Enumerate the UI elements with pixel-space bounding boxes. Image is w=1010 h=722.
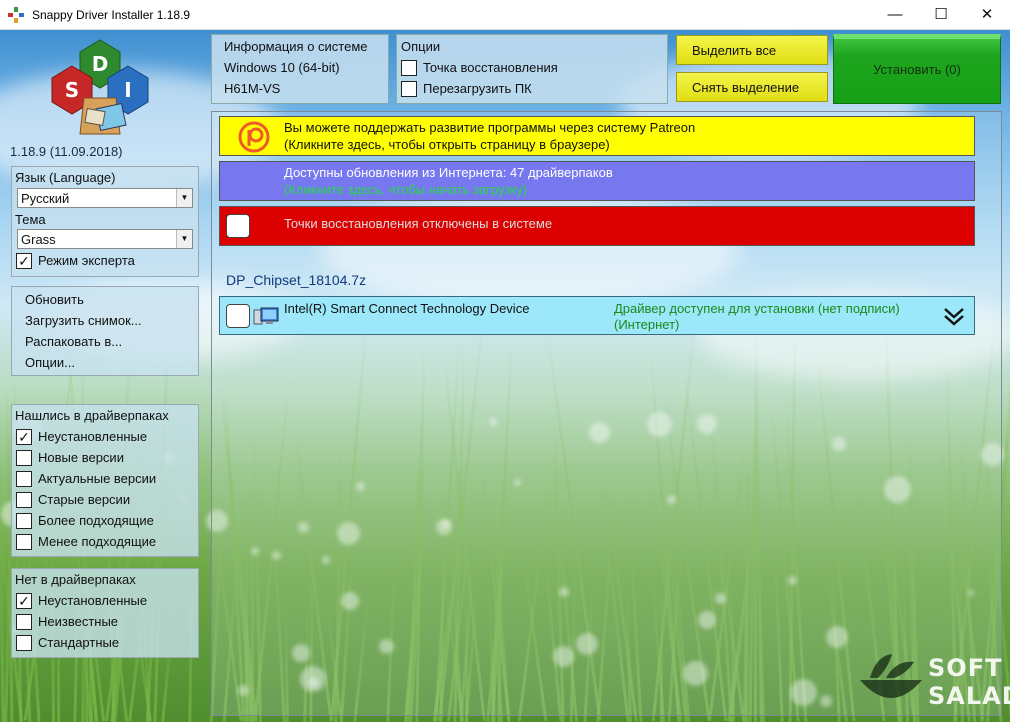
language-select[interactable]: Русский ▼ <box>17 188 193 208</box>
filter-label: Менее подходящие <box>38 534 157 549</box>
device-name: Intel(R) Smart Connect Technology Device <box>284 301 530 316</box>
sysinfo-title: Информация о системе <box>224 39 368 54</box>
system-info-panel[interactable]: Информация о системе Windows 10 (64-bit)… <box>211 34 389 104</box>
device-row[interactable]: Intel(R) Smart Connect Technology Device… <box>219 296 975 335</box>
reboot-label: Перезагрузить ПК <box>423 81 532 96</box>
updates-banner[interactable]: Доступны обновления из Интернета: 47 дра… <box>219 161 975 201</box>
theme-label: Тема <box>15 212 46 227</box>
salad-bowl-icon <box>860 654 922 698</box>
version-label: 1.18.9 (11.09.2018) <box>10 144 123 159</box>
title-bar: Snappy Driver Installer 1.18.9 — ☐ ✕ <box>0 0 1010 30</box>
theme-value: Grass <box>21 232 56 247</box>
sdi-logo: D S I <box>51 39 149 135</box>
found-in-packs-title: Нашлись в драйверпаках <box>15 408 169 423</box>
checkbox-box[interactable]: ✓ <box>16 253 32 269</box>
options-title: Опции <box>401 39 441 54</box>
device-checkbox[interactable] <box>226 304 250 328</box>
device-status: Драйвер доступен для установки (нет подп… <box>614 301 900 332</box>
chevron-down-icon[interactable]: ▼ <box>176 189 192 207</box>
language-label: Язык (Language) <box>15 170 116 185</box>
restore-warning-checkbox[interactable] <box>226 214 250 238</box>
menu-item-load-snapshot[interactable]: Загрузить снимок... <box>25 313 142 328</box>
restore-warning-text: Точки восстановления отключены в системе <box>284 216 553 231</box>
device-icon <box>253 307 279 325</box>
theme-select[interactable]: Grass ▼ <box>17 229 193 249</box>
not-in-packs-title: Нет в драйверпаках <box>15 572 136 587</box>
checkbox-box[interactable] <box>16 534 32 550</box>
checkbox-box[interactable] <box>401 60 417 76</box>
restore-point-label: Точка восстановления <box>423 60 558 75</box>
close-button[interactable]: ✕ <box>964 0 1010 30</box>
filter-label: Более подходящие <box>38 513 154 528</box>
menu-item-extract[interactable]: Распаковать в... <box>25 334 122 349</box>
updates-text: Доступны обновления из Интернета: 47 дра… <box>284 165 613 180</box>
patreon-banner[interactable]: Вы можете поддержать развитие программы … <box>219 116 975 156</box>
filter-label: Неустановленные <box>38 429 148 444</box>
watermark-line2: SALAD <box>928 682 1010 710</box>
actions-menu: Обновить Загрузить снимок... Распаковать… <box>11 286 199 376</box>
logo-letter-i: I <box>124 78 131 102</box>
logo-letter-s: S <box>65 78 79 102</box>
checkbox-box[interactable] <box>16 492 32 508</box>
options-panel: Опции Точка восстановления Перезагрузить… <box>396 34 668 104</box>
patreon-hint: (Кликните здесь, чтобы открыть страницу … <box>284 137 610 152</box>
maximize-button[interactable]: ☐ <box>918 0 964 30</box>
sysinfo-board: H61M-VS <box>224 81 281 96</box>
logo-letter-d: D <box>92 52 109 76</box>
restore-warning-banner[interactable]: Точки восстановления отключены в системе <box>219 206 975 246</box>
patreon-text: Вы можете поддержать развитие программы … <box>284 120 696 135</box>
filter-label: Актуальные версии <box>38 471 157 486</box>
menu-item-options[interactable]: Опции... <box>25 355 75 370</box>
filter-label: Неизвестные <box>38 614 119 629</box>
double-chevron-down-icon[interactable] <box>942 305 966 327</box>
softsalad-watermark: SOFT SALAD <box>856 648 1010 714</box>
found-in-packs-panel: Нашлись в драйверпаках ✓ Неустановленные… <box>11 404 199 557</box>
menu-item-refresh[interactable]: Обновить <box>25 292 84 307</box>
filter-label: Старые версии <box>38 492 131 507</box>
filter-label: Неустановленные <box>38 593 148 608</box>
filter-label: Стандартные <box>38 635 120 650</box>
window-title: Snappy Driver Installer 1.18.9 <box>32 8 191 22</box>
snappy-app-icon <box>8 7 24 23</box>
checkbox-box[interactable]: ✓ <box>16 429 32 445</box>
checkbox-box[interactable] <box>16 635 32 651</box>
checkbox-box[interactable] <box>16 450 32 466</box>
checkbox-box[interactable] <box>16 513 32 529</box>
checkbox-box[interactable] <box>401 81 417 97</box>
sysinfo-os: Windows 10 (64-bit) <box>224 60 340 75</box>
checkbox-box[interactable] <box>16 614 32 630</box>
install-button[interactable]: Установить (0) <box>833 34 1001 104</box>
expert-mode-label: Режим эксперта <box>38 253 135 268</box>
checkbox-box[interactable] <box>16 471 32 487</box>
chevron-down-icon[interactable]: ▼ <box>176 230 192 248</box>
driver-list-area <box>211 111 1002 716</box>
settings-panel: Язык (Language) Русский ▼ Тема Grass ▼ ✓… <box>11 166 199 277</box>
filter-label: Новые версии <box>38 450 124 465</box>
grass-blade <box>0 455 5 722</box>
minimize-button[interactable]: — <box>872 0 918 30</box>
checkbox-box[interactable]: ✓ <box>16 593 32 609</box>
deselect-button[interactable]: Снять выделение <box>676 72 828 102</box>
driverpack-name: DP_Chipset_18104.7z <box>226 272 367 288</box>
select-all-button[interactable]: Выделить все <box>676 35 828 65</box>
watermark-line1: SOFT <box>928 654 1003 682</box>
not-in-packs-panel: Нет в драйверпаках ✓ Неустановленные Неи… <box>11 568 199 658</box>
language-value: Русский <box>21 191 70 206</box>
updates-hint: (Кликните здесь, чтобы начать загрузку) <box>284 182 528 197</box>
patreon-icon <box>238 121 270 153</box>
